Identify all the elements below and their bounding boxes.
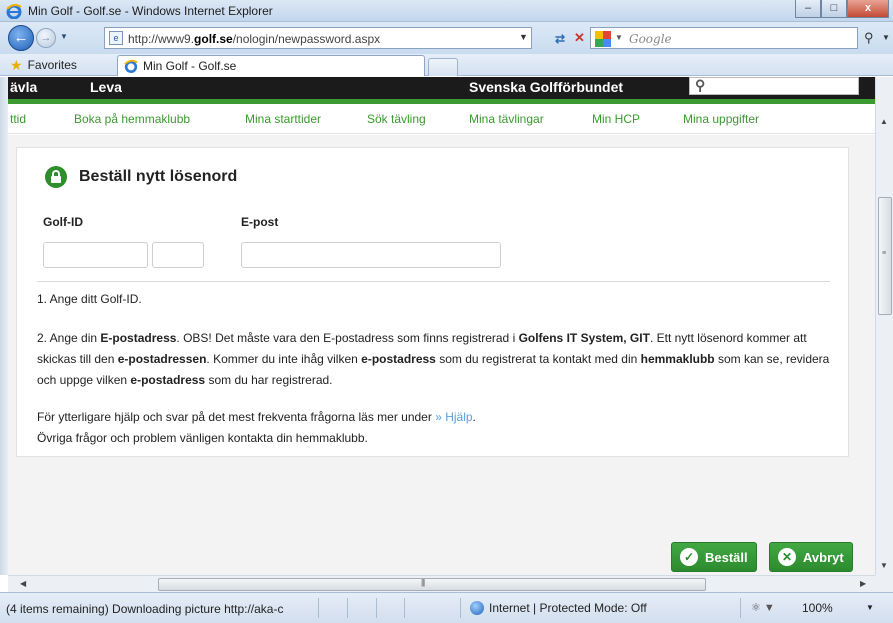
page-title: Beställ nytt lösenord [79,168,238,185]
golfid-field-part2[interactable] [152,242,204,268]
chevron-down-icon[interactable]: ▼ [615,33,623,42]
forward-button[interactable]: → [36,28,56,48]
subnav-link-starttid[interactable]: ttid [10,112,26,126]
new-tab-button[interactable] [428,58,458,76]
cancel-button[interactable]: ✕ Avbryt [769,542,853,572]
ie-logo-icon [124,59,138,73]
zoom-level[interactable]: 100% [802,601,833,615]
status-bar: (4 items remaining) Downloading picture … [0,592,893,623]
back-button[interactable]: ← [8,25,34,51]
chevron-down-icon[interactable]: ▼ [882,33,890,42]
nav-item-svenska-golfforbundet[interactable]: Svenska Golfförbundet [469,79,623,95]
status-text: (4 items remaining) Downloading picture … [6,602,284,616]
arrow-left-icon: ← [13,29,29,46]
security-lock-icon[interactable]: ⚛ ▼ [751,601,775,614]
cancel-button-label: Avbryt [803,549,844,565]
refresh-icon[interactable]: ⇄ [555,32,565,46]
minimize-button[interactable]: – [795,0,821,18]
search-provider-icon [595,31,611,47]
window-titlebar: Min Golf - Golf.se - Windows Internet Ex… [0,0,893,22]
security-zone[interactable]: Internet | Protected Mode: Off [470,601,647,615]
tab-min-golf[interactable]: Min Golf - Golf.se [117,55,425,76]
contact-text: Övriga frågor och problem vänligen konta… [37,431,368,445]
vertical-scrollbar[interactable]: ▲ ≡ ▼ [875,77,893,575]
nav-item-leva[interactable]: Leva [90,79,122,95]
sub-navigation: ttid Boka på hemmaklubb Mina starttider … [8,104,875,134]
window-left-edge [0,77,8,575]
address-toolbar: ← → ▼ e http://www9.golf.se/nologin/newp… [0,22,893,54]
maximize-button[interactable]: □ [821,0,847,18]
help-link[interactable]: » Hjälp [435,410,472,424]
email-field[interactable] [241,242,501,268]
subnav-link-mina-uppgifter[interactable]: Mina uppgifter [683,112,759,126]
instruction-step1: 1. Ange ditt Golf-ID. [37,292,142,306]
globe-icon [470,601,484,615]
stop-icon[interactable]: ✕ [574,30,585,46]
scrollbar-corner [875,575,893,592]
new-password-panel: Beställ nytt lösenord Golf-ID E-post 1. … [16,147,849,457]
favorites-button[interactable]: ★ Favorites [4,56,83,74]
golfid-label: Golf-ID [43,215,83,229]
tab-title: Min Golf - Golf.se [143,59,237,73]
window-controls: – □ x [795,0,889,18]
search-icon[interactable]: ⚲ [864,30,874,46]
favorites-bar: ★ Favorites Min Golf - Golf.se [0,54,893,76]
history-dropdown-icon[interactable]: ▼ [60,32,68,41]
close-button[interactable]: x [847,0,889,18]
favorites-label: Favorites [27,58,77,72]
subnav-link-mina-starttider[interactable]: Mina starttider [245,112,321,126]
search-icon: ⚲ [695,77,706,93]
subnav-link-mina-tavlingar[interactable]: Mina tävlingar [469,112,544,126]
lock-icon [45,166,67,188]
star-icon: ★ [10,56,23,73]
checkmark-icon: ✓ [680,548,698,566]
order-button[interactable]: ✓ Beställ [671,542,757,572]
page-viewport: ävla Leva Svenska Golfförbundet ⚲ ttid B… [8,77,875,575]
search-input[interactable]: ▼ Google [590,27,858,49]
arrow-right-icon: → [40,32,52,44]
chevron-down-icon[interactable]: ▼ [519,32,528,42]
instruction-help: För ytterligare hjälp och svar på det me… [37,410,476,445]
window-title: Min Golf - Golf.se - Windows Internet Ex… [28,4,273,18]
chevron-down-icon[interactable]: ▼ [866,603,874,612]
ie-logo-icon [6,3,22,19]
scroll-down-icon[interactable]: ▼ [880,561,888,570]
subnav-link-sok-tavling[interactable]: Sök tävling [367,112,426,126]
site-top-nav: ävla Leva Svenska Golfförbundet ⚲ [8,77,875,99]
site-search-input[interactable]: ⚲ [689,77,859,95]
divider [37,281,830,282]
url-text: http://www9.golf.se/nologin/newpassword.… [128,32,381,46]
scroll-up-icon[interactable]: ▲ [880,117,888,126]
scroll-right-icon[interactable]: ▶ [860,579,866,588]
email-label: E-post [241,215,279,229]
horizontal-scrollbar[interactable]: ◀ ||| ▶ [8,575,875,592]
vertical-scroll-thumb[interactable]: ≡ [878,197,892,315]
order-button-label: Beställ [705,549,748,565]
instruction-step2: 2. Ange din E-postadress. OBS! Det måste… [37,331,830,387]
close-icon: ✕ [778,548,796,566]
panel-header: Beställ nytt lösenord [45,166,237,188]
horizontal-scroll-thumb[interactable]: ||| [158,578,706,591]
subnav-link-boka-hemmaklubb[interactable]: Boka på hemmaklubb [74,112,190,126]
page-icon: e [109,31,123,45]
subnav-link-min-hcp[interactable]: Min HCP [592,112,640,126]
scroll-left-icon[interactable]: ◀ [20,579,26,588]
golfid-field-part1[interactable] [43,242,148,268]
address-input[interactable]: e http://www9.golf.se/nologin/newpasswor… [104,27,532,49]
search-provider-label: Google [629,32,672,46]
zone-label: Internet | Protected Mode: Off [489,601,647,615]
nav-item-tavla[interactable]: ävla [10,79,37,95]
